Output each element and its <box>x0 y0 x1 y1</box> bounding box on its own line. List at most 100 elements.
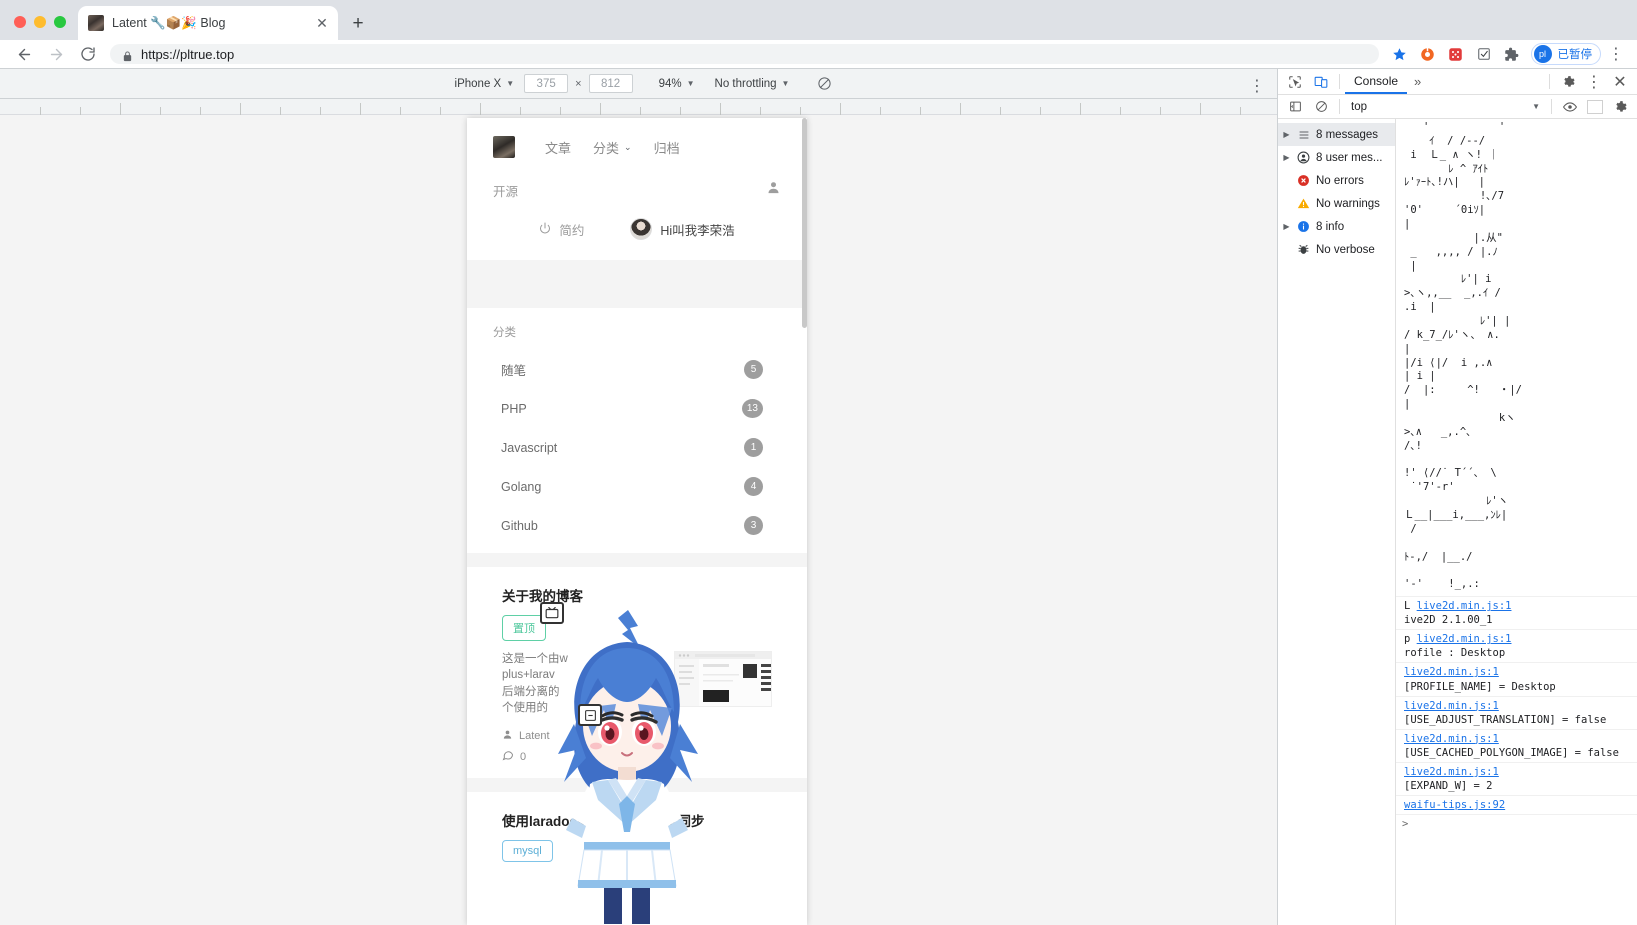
category-row[interactable]: Github 3 <box>467 506 807 545</box>
nav-item-articles[interactable]: 文章 <box>545 138 593 157</box>
orange-circle-icon[interactable] <box>1415 41 1441 67</box>
log-source-link[interactable]: live2d.min.js:1 <box>1417 633 1512 645</box>
divider <box>1551 99 1552 114</box>
console-log-row[interactable]: L live2d.min.js:1 ive2D 2.1.00_1 <box>1396 596 1637 629</box>
category-row[interactable]: 随笔 5 <box>467 350 807 389</box>
nav-item-label: 归档 <box>653 140 680 156</box>
console-log-row[interactable]: live2d.min.js:1 [USE_ADJUST_TRANSLATION]… <box>1396 695 1637 729</box>
expand-triangle-icon[interactable]: ▶ <box>1282 222 1291 231</box>
console-log-row[interactable]: p live2d.min.js:1 rofile : Desktop <box>1396 629 1637 662</box>
emulated-page: 文章 分类 ⌄ 归档 开源 简约 Hi叫我李荣浩 分类 随笔 5 PHP 13 … <box>467 118 807 925</box>
site-logo-icon[interactable] <box>493 136 515 158</box>
console-settings-icon[interactable] <box>1607 95 1633 119</box>
browser-window: Latent 🔧📦🎉 Blog ✕ + https://pltrue.top p… <box>0 0 1637 925</box>
profile-badge[interactable]: pl 已暂停 <box>1530 43 1601 65</box>
tab-console[interactable]: Console <box>1345 69 1408 94</box>
sidebar-item-user-messages[interactable]: ▶ 8 user mes... <box>1278 146 1395 169</box>
user-greeting[interactable]: Hi叫我李荣浩 <box>630 218 735 240</box>
eye-icon[interactable] <box>1557 95 1583 119</box>
console-log-row[interactable]: live2d.min.js:1 [USE_CACHED_POLYGON_IMAG… <box>1396 728 1637 762</box>
inspect-element-icon[interactable] <box>1282 70 1308 94</box>
chevron-down-icon: ⌄ <box>624 141 632 152</box>
site-header: 文章 分类 ⌄ 归档 <box>467 118 807 166</box>
page-scrollbar[interactable] <box>802 118 807 328</box>
user-account-icon[interactable] <box>766 180 781 200</box>
log-source-link[interactable]: live2d.min.js:1 <box>1404 766 1499 778</box>
post-tag[interactable]: mysql <box>502 840 553 863</box>
nav-item-archive[interactable]: 归档 <box>654 138 702 157</box>
log-source-link[interactable]: waifu-tips.js:92 <box>1404 799 1505 811</box>
nav-item-categories[interactable]: 分类 ⌄ <box>593 138 654 157</box>
sidebar-item-messages[interactable]: ▶ 8 messages <box>1278 123 1395 146</box>
expand-triangle-icon[interactable]: ▶ <box>1282 130 1291 139</box>
log-source-link[interactable]: live2d.min.js:1 <box>1404 700 1499 712</box>
execution-context-selector[interactable]: top ▼ <box>1345 101 1546 113</box>
toggle-device-toolbar-icon[interactable] <box>1308 70 1334 94</box>
nav-item-label: 分类 <box>593 140 620 156</box>
log-source-link[interactable]: live2d.min.js:1 <box>1417 600 1512 612</box>
gear-icon[interactable] <box>1555 70 1581 94</box>
expand-triangle-icon[interactable]: ▶ <box>1282 153 1291 162</box>
viewport-width-input[interactable]: 375 <box>524 74 569 93</box>
console-log-row[interactable]: live2d.min.js:1 [EXPAND_W] = 2 <box>1396 761 1637 795</box>
close-window-button[interactable] <box>14 16 26 28</box>
console-sidebar-icon[interactable] <box>1282 95 1308 119</box>
console-log-row[interactable]: waifu-tips.js:92 <box>1396 794 1637 814</box>
viewport-height-input[interactable]: 812 <box>588 74 633 93</box>
sidebar-item-errors[interactable]: No errors <box>1278 169 1395 192</box>
post-card[interactable]: 使用laradock搭建mysql主从同步 mysql <box>480 792 794 883</box>
address-bar[interactable]: https://pltrue.top <box>110 44 1379 64</box>
dice-icon[interactable] <box>1443 41 1469 67</box>
chevron-down-icon: ▼ <box>686 78 695 88</box>
verbose-bug-icon <box>1296 243 1311 256</box>
forward-button[interactable] <box>40 40 72 68</box>
category-row[interactable]: Golang 4 <box>467 467 807 506</box>
category-row[interactable]: PHP 13 <box>467 389 807 428</box>
post-tag-pinned[interactable]: 置顶 <box>502 615 546 641</box>
post-card[interactable]: 关于我的博客 置顶 这是一个由w plus+larav 后端分离的 个使用的 L… <box>480 567 794 779</box>
profile-status: 已暂停 <box>1557 49 1593 61</box>
new-tab-button[interactable]: + <box>344 9 372 37</box>
zoom-selector[interactable]: 94% ▼ <box>649 74 705 94</box>
log-source-link[interactable]: live2d.min.js:1 <box>1404 733 1499 745</box>
clear-console-icon[interactable] <box>1308 95 1334 119</box>
device-toolbar-menu[interactable]: ⋮ <box>1249 76 1265 96</box>
sidebar-item-info[interactable]: ▶ 8 info <box>1278 215 1395 238</box>
more-tabs-icon[interactable]: » <box>1407 74 1428 89</box>
tab-strip: Latent 🔧📦🎉 Blog ✕ + <box>0 0 1637 40</box>
sidebar-item-verbose[interactable]: No verbose <box>1278 238 1395 261</box>
nav-item-open-source[interactable]: 开源 <box>493 181 518 200</box>
maximize-window-button[interactable] <box>54 16 66 28</box>
post-comment-count: 0 <box>520 750 527 763</box>
browser-menu-button[interactable]: ⋮ <box>1603 41 1629 67</box>
console-prompt[interactable]: > <box>1396 814 1637 833</box>
close-devtools-icon[interactable]: ✕ <box>1607 70 1633 94</box>
rotate-icon[interactable] <box>817 76 832 91</box>
browser-tab[interactable]: Latent 🔧📦🎉 Blog ✕ <box>78 6 338 40</box>
post-thumbnail <box>674 651 772 707</box>
puzzle-icon[interactable] <box>1499 41 1525 67</box>
avatar <box>630 218 653 240</box>
close-tab-icon[interactable]: ✕ <box>314 15 330 31</box>
execution-context-value: top <box>1351 100 1367 113</box>
console-log-row[interactable]: live2d.min.js:1 [PROFILE_NAME] = Desktop <box>1396 662 1637 695</box>
reload-button[interactable] <box>72 40 104 68</box>
theme-toggle-button[interactable]: 简约 <box>539 220 584 239</box>
devtools-more-icon[interactable]: ⋮ <box>1581 70 1607 94</box>
minimize-window-button[interactable] <box>34 16 46 28</box>
checkbox-icon[interactable] <box>1471 41 1497 67</box>
throttling-selector[interactable]: No throttling ▼ <box>705 74 800 94</box>
device-selector[interactable]: iPhone X ▼ <box>445 74 525 94</box>
bookmark-star-icon[interactable] <box>1387 41 1413 67</box>
filter-input[interactable] <box>1587 99 1603 114</box>
console-output[interactable]: ' ' ｲ / /--/ i Ｌ_ ∧ ヽ! ｜ ﾚ ^ ｱｲﾄ ﾚ'ｧｰﾄ､!… <box>1396 119 1637 925</box>
log-source-link[interactable]: live2d.min.js:1 <box>1404 666 1499 678</box>
sidebar-item-warnings[interactable]: No warnings <box>1278 192 1395 215</box>
divider <box>1549 74 1550 89</box>
section-gap <box>467 553 807 567</box>
dimension-separator: × <box>575 77 582 90</box>
sidebar-item-label: 8 info <box>1316 220 1345 233</box>
back-button[interactable] <box>8 40 40 68</box>
category-row[interactable]: Javascript 1 <box>467 428 807 467</box>
console-ascii-art: ' ' ｲ / /--/ i Ｌ_ ∧ ヽ! ｜ ﾚ ^ ｱｲﾄ ﾚ'ｧｰﾄ､!… <box>1404 121 1522 591</box>
